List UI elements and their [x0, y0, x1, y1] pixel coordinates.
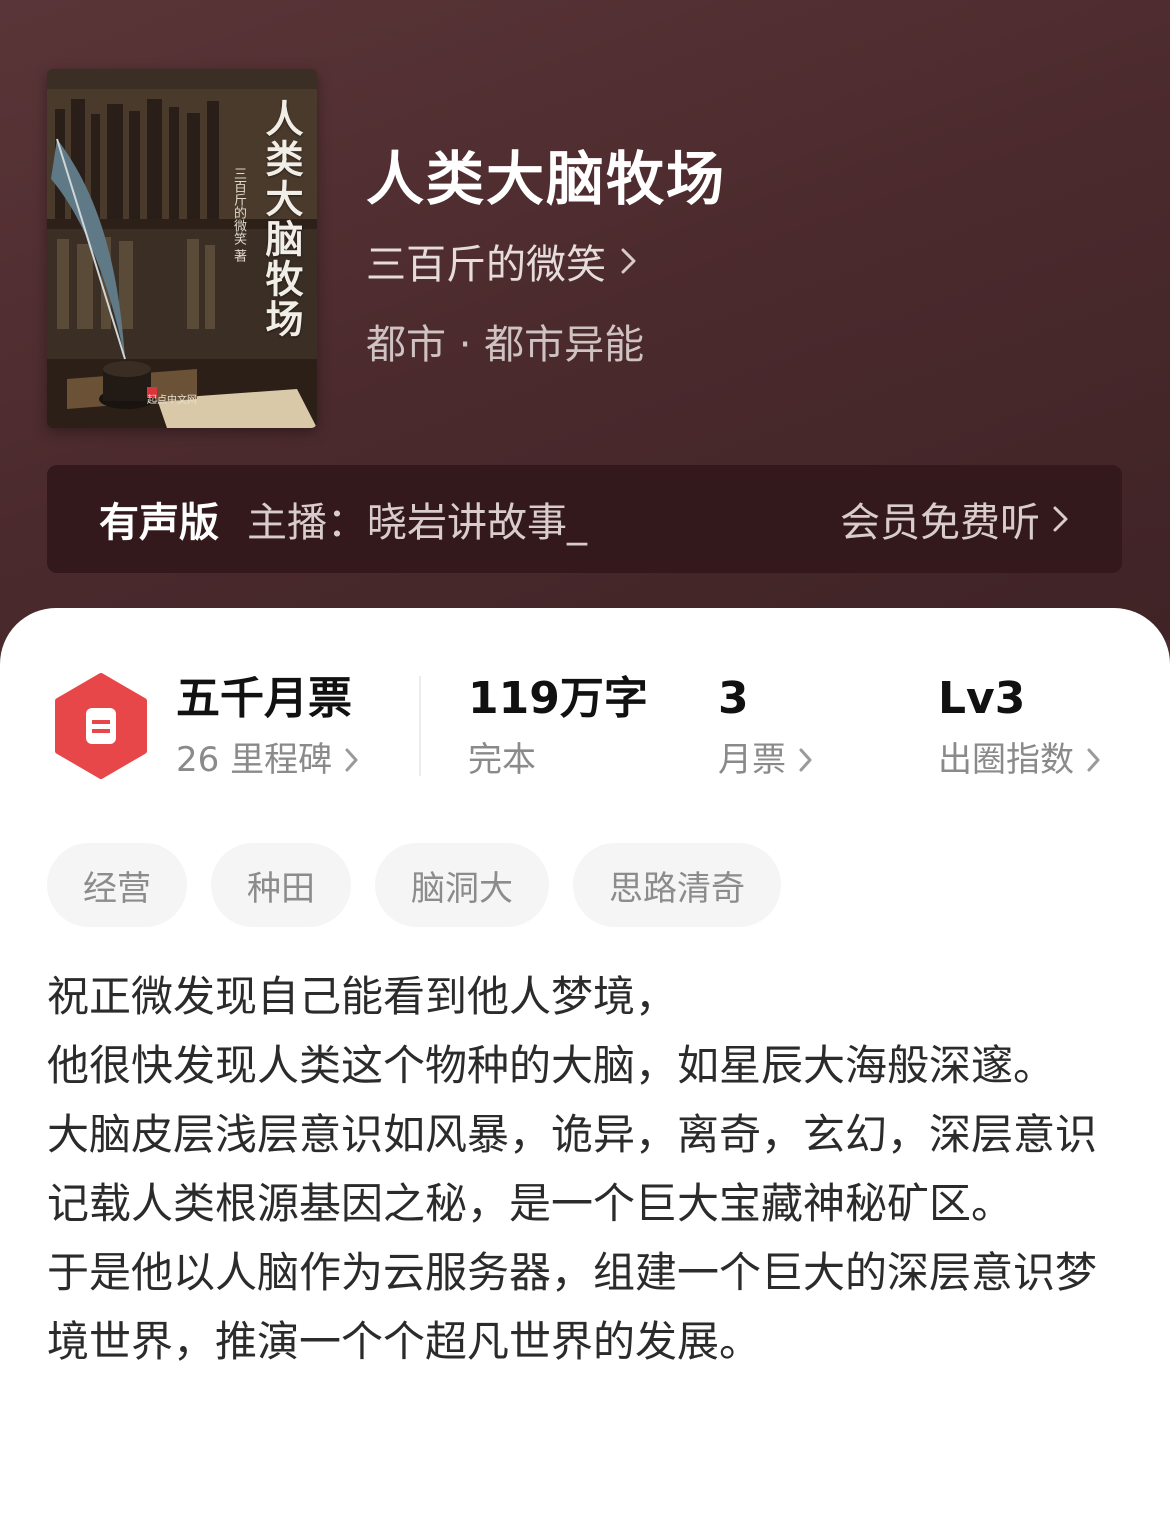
chevron-right-icon — [621, 248, 636, 274]
cover-author: 三百斤的微笑 著 — [229, 167, 248, 262]
milestone-stat[interactable]: 五千月票 26 里程碑 — [176, 672, 360, 782]
tag-chip[interactable]: 脑洞大 — [375, 843, 549, 927]
milestone-link[interactable]: 26 里程碑 — [176, 738, 360, 782]
monthly-ticket-label: 月票 — [718, 740, 786, 780]
audio-label: 有声版 — [99, 500, 219, 546]
stats-divider — [419, 676, 421, 776]
chevron-right-icon — [345, 748, 358, 772]
cover-title: 人类大脑牧场 — [259, 99, 304, 339]
popularity-index-label: 出圈指数 — [938, 740, 1074, 780]
cover-publisher: 起点中文网 — [147, 395, 197, 406]
chevron-right-icon — [799, 748, 812, 772]
audio-edition-bar[interactable]: 有声版 主播：晓岩讲故事_ 会员免费听 — [47, 465, 1122, 573]
tag-chip[interactable]: 经营 — [47, 843, 187, 927]
popularity-level: Lv3 — [938, 673, 1026, 724]
tag-list: 经营 种田 脑洞大 思路清奇 — [47, 843, 781, 927]
chevron-right-icon — [1053, 506, 1068, 532]
book-description[interactable]: 祝正微发现自己能看到他人梦境， 他很快发现人类这个物种的大脑，如星辰大海般深邃。… — [47, 962, 1122, 1376]
monthly-ticket-count: 3 — [718, 673, 749, 724]
popularity-index-link[interactable]: 出圈指数 — [938, 738, 1102, 782]
tag-chip[interactable]: 思路清奇 — [573, 843, 781, 927]
description-paragraph: 大脑皮层浅层意识如风暴，诡异，离奇，玄幻，深层意识记载人类根源基因之秘，是一个巨… — [47, 1110, 1098, 1228]
author-name: 三百斤的微笑 — [366, 242, 606, 288]
cover-author-suffix: 著 — [231, 249, 246, 263]
description-paragraph: 祝正微发现自己能看到他人梦境， — [47, 972, 678, 1021]
tag-chip[interactable]: 种田 — [211, 843, 351, 927]
description-paragraph: 他很快发现人类这个物种的大脑，如星辰大海般深邃。 — [47, 1041, 1056, 1090]
popularity-index-stat[interactable]: Lv3 出圈指数 — [938, 672, 1102, 782]
monthly-ticket-stat[interactable]: 3 月票 — [718, 672, 814, 782]
milestone-title: 五千月票 — [176, 673, 352, 724]
cover-author-name: 三百斤的微笑 — [231, 167, 246, 245]
completion-status: 完本 — [468, 738, 648, 782]
member-free-listen-label: 会员免费听 — [840, 500, 1040, 546]
word-count-stat: 119万字 完本 — [468, 672, 648, 782]
author-link[interactable]: 三百斤的微笑 — [366, 232, 638, 290]
word-count: 119万字 — [468, 673, 648, 724]
member-free-listen-link[interactable]: 会员免费听 — [840, 490, 1070, 548]
monthly-ticket-link[interactable]: 月票 — [718, 738, 814, 782]
audio-host: 主播：晓岩讲故事_ — [247, 500, 587, 546]
completion-status-label: 完本 — [468, 740, 536, 780]
chevron-right-icon — [1087, 748, 1100, 772]
milestone-count: 26 里程碑 — [176, 740, 333, 780]
book-cover[interactable]: 人类大脑牧场 三百斤的微笑 著 起点中文网 — [47, 69, 317, 428]
description-paragraph: 于是他以人脑作为云服务器，组建一个巨大的深层意识梦境世界，推演一个个超凡世界的发… — [47, 1248, 1098, 1366]
ticket-badge-icon — [55, 673, 147, 779]
book-title: 人类大脑牧场 — [366, 145, 727, 213]
book-genre[interactable]: 都市 · 都市异能 — [366, 312, 644, 370]
